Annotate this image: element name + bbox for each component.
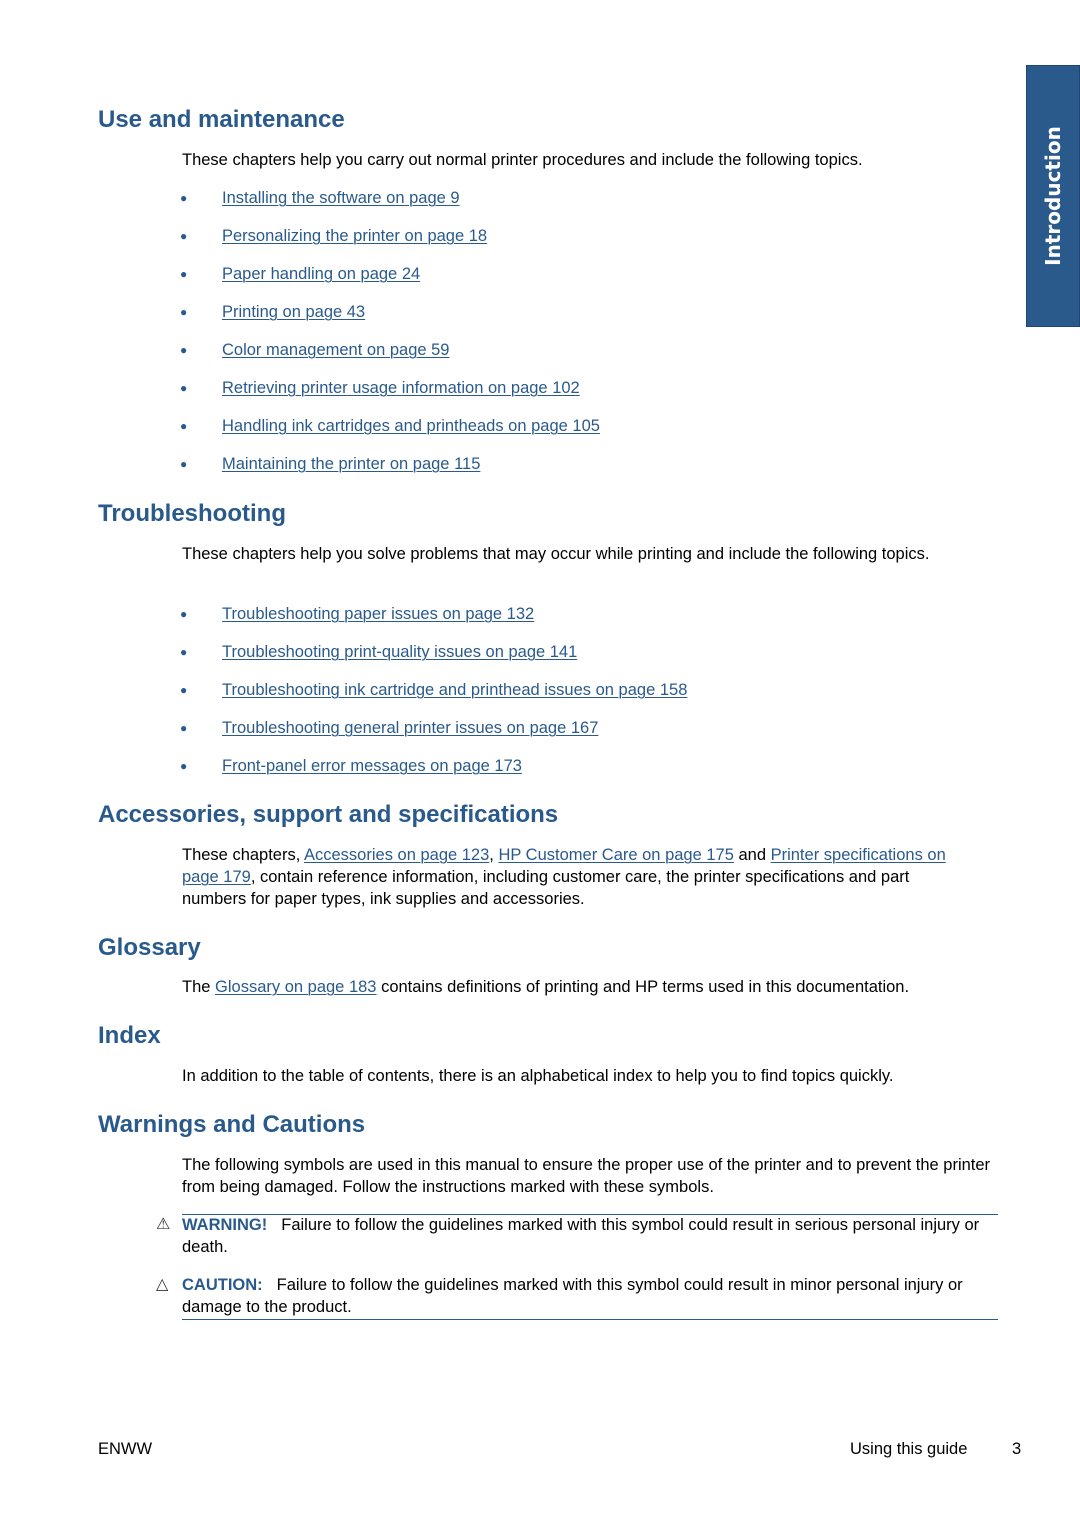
troubleshooting-intro: These chapters help you solve problems t… — [182, 545, 930, 563]
warnings-intro: The following symbols are used in this m… — [182, 1156, 991, 1196]
heading-glossary: Glossary — [98, 934, 201, 961]
caution-triangle-icon: △ — [156, 1276, 169, 1293]
bullet-icon: ● — [180, 721, 188, 735]
caution-label: CAUTION: — [182, 1276, 263, 1294]
accessories-paragraph: These chapters, Accessories on page 123,… — [182, 844, 952, 910]
warning-triangle-icon: ⚠ — [156, 1216, 171, 1233]
link-ink-cartridges[interactable]: Handling ink cartridges and printheads o… — [222, 415, 600, 437]
link-printing[interactable]: Printing on page 43 — [222, 301, 365, 323]
bullet-icon: ● — [180, 191, 188, 205]
caution-text: Failure to follow the guidelines marked … — [182, 1276, 963, 1316]
index-paragraph: In addition to the table of contents, th… — [182, 1067, 894, 1085]
use-maintenance-intro: These chapters help you carry out normal… — [182, 151, 863, 169]
link-installing-software[interactable]: Installing the software on page 9 — [222, 187, 460, 209]
heading-troubleshooting: Troubleshooting — [98, 500, 286, 527]
bullet-icon: ● — [180, 683, 188, 697]
warning-text: Failure to follow the guidelines marked … — [182, 1216, 980, 1256]
bullet-icon: ● — [180, 305, 188, 319]
link-general-printer-issues[interactable]: Troubleshooting general printer issues o… — [222, 717, 598, 739]
heading-index: Index — [98, 1022, 161, 1049]
bullet-icon: ● — [180, 607, 188, 621]
text: contains definitions of printing and HP … — [376, 978, 910, 996]
footer-section-title: Using this guide — [850, 1440, 968, 1458]
footer-left-label: ENWW — [98, 1440, 153, 1458]
bullet-icon: ● — [180, 267, 188, 281]
link-glossary[interactable]: Glossary on page 183 — [215, 978, 376, 996]
link-front-panel-errors[interactable]: Front-panel error messages on page 173 — [222, 755, 522, 777]
chapter-tab: Introduction — [1026, 65, 1080, 327]
footer-page-number: 3 — [1012, 1440, 1022, 1458]
text: and — [733, 846, 771, 864]
bullet-icon: ● — [180, 645, 188, 659]
chapter-tab-label: Introduction — [1041, 126, 1065, 266]
text: These chapters, — [182, 846, 304, 864]
heading-use-and-maintenance: Use and maintenance — [98, 106, 345, 133]
link-ink-printhead-issues[interactable]: Troubleshooting ink cartridge and printh… — [222, 679, 687, 701]
bullet-icon: ● — [180, 419, 188, 433]
heading-warnings-cautions: Warnings and Cautions — [98, 1111, 366, 1138]
glossary-paragraph: The Glossary on page 183 contains defini… — [182, 976, 997, 998]
text: The — [182, 978, 216, 996]
warning-label: WARNING! — [182, 1216, 268, 1234]
bullet-icon: ● — [180, 381, 188, 395]
text: , contain reference information, includi… — [182, 868, 910, 908]
bullet-icon: ● — [180, 229, 188, 243]
bullet-icon: ● — [180, 759, 188, 773]
bullet-icon: ● — [180, 343, 188, 357]
link-hp-customer-care[interactable]: HP Customer Care on page 175 — [498, 846, 733, 864]
link-paper-handling[interactable]: Paper handling on page 24 — [222, 263, 420, 285]
link-color-management[interactable]: Color management on page 59 — [222, 339, 450, 361]
link-printer-usage[interactable]: Retrieving printer usage information on … — [222, 377, 580, 399]
link-accessories[interactable]: Accessories on page 123 — [304, 846, 489, 864]
link-maintaining-printer[interactable]: Maintaining the printer on page 115 — [222, 453, 480, 475]
link-print-quality-issues[interactable]: Troubleshooting print-quality issues on … — [222, 641, 577, 663]
notice-bottom-rule — [182, 1319, 998, 1320]
bullet-icon: ● — [180, 457, 188, 471]
link-paper-issues[interactable]: Troubleshooting paper issues on page 132 — [222, 603, 534, 625]
link-personalizing-printer[interactable]: Personalizing the printer on page 18 — [222, 225, 487, 247]
heading-accessories: Accessories, support and specifications — [98, 801, 559, 828]
